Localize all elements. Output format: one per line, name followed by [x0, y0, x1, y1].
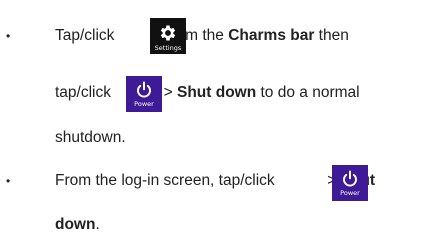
- text-segment: then: [314, 27, 349, 44]
- bullet-1-line-2: tap/click > Shut down to do a normal: [55, 83, 360, 103]
- bullet-2-marker: •: [6, 174, 11, 188]
- text-segment: to do a normal: [256, 84, 360, 101]
- bullet-2-line-1: From the log-in screen, tap/click > Shut: [55, 171, 375, 191]
- bullet-1-line-1: Tap/click from the Charms bar then: [55, 26, 349, 46]
- charms-bar-label: Charms bar: [228, 27, 315, 44]
- text-segment: tap/click: [55, 84, 116, 101]
- power-icon: [343, 170, 357, 187]
- text-segment: .: [95, 216, 100, 233]
- power-caption: Power: [134, 100, 154, 108]
- power-caption: Power: [340, 189, 360, 197]
- power-icon: [137, 81, 151, 98]
- power-tile: Power: [126, 76, 162, 112]
- down-label: down: [55, 216, 96, 233]
- shut-down-label: Shut down: [176, 84, 257, 101]
- bullet-1-line-3: shutdown.: [55, 129, 126, 146]
- text-segment: From the log-in screen, tap/click: [55, 172, 279, 189]
- settings-caption: Settings: [154, 44, 182, 52]
- text-segment: Tap/click: [55, 27, 119, 44]
- bullet-2-line-2: down.: [55, 215, 100, 235]
- settings-tile: Settings: [150, 18, 186, 54]
- bullet-1-marker: •: [6, 29, 11, 43]
- gear-icon: [160, 25, 176, 41]
- power-tile: Power: [332, 165, 368, 201]
